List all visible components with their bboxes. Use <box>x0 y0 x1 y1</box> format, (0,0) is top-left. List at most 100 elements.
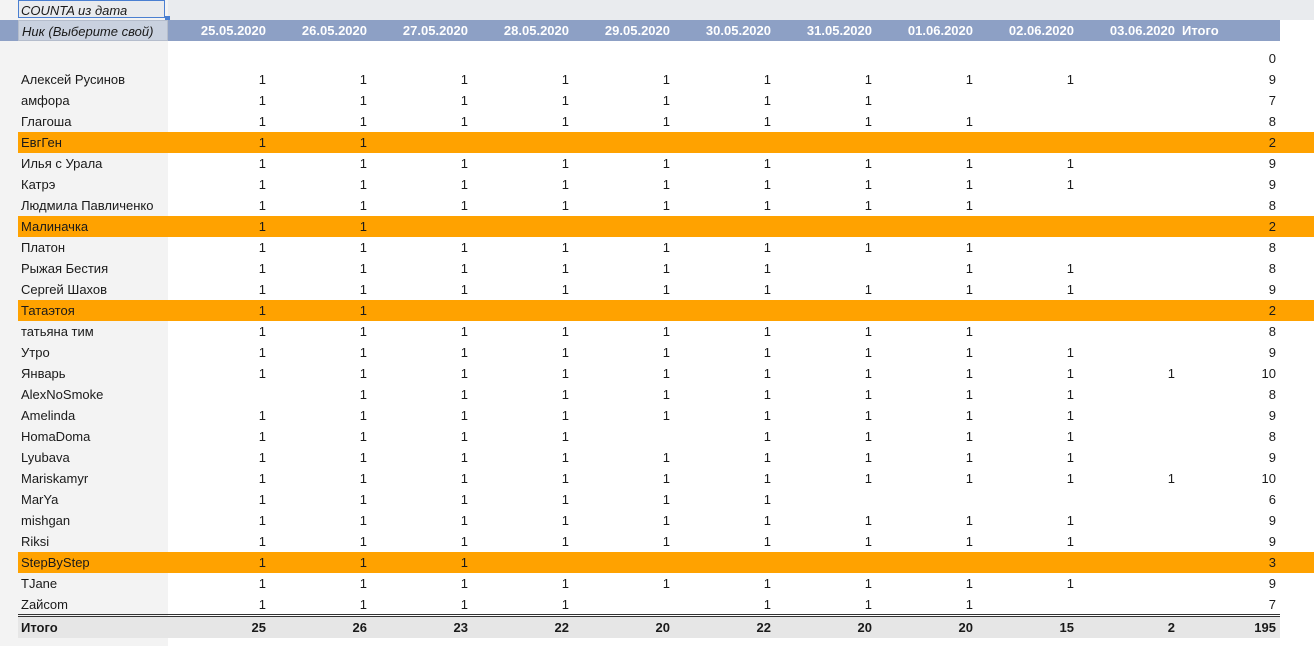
count-cell[interactable]: 1 <box>933 363 973 384</box>
count-cell[interactable] <box>933 48 973 69</box>
count-cell[interactable]: 1 <box>428 279 468 300</box>
row-total-cell[interactable]: 9 <box>1236 405 1276 426</box>
count-cell[interactable]: 1 <box>529 258 569 279</box>
count-cell[interactable]: 1 <box>1034 384 1074 405</box>
count-cell[interactable] <box>1135 216 1175 237</box>
count-cell[interactable]: 1 <box>832 342 872 363</box>
count-cell[interactable]: 1 <box>731 405 771 426</box>
count-cell[interactable] <box>1135 153 1175 174</box>
count-cell[interactable] <box>630 594 670 615</box>
count-cell[interactable]: 1 <box>832 384 872 405</box>
count-cell[interactable] <box>933 552 973 573</box>
count-cell[interactable]: 1 <box>1034 153 1074 174</box>
count-cell[interactable]: 1 <box>731 384 771 405</box>
count-cell[interactable]: 1 <box>428 90 468 111</box>
count-cell[interactable]: 1 <box>529 195 569 216</box>
count-cell[interactable]: 1 <box>327 174 367 195</box>
count-cell[interactable] <box>832 216 872 237</box>
row-total-cell[interactable]: 8 <box>1236 237 1276 258</box>
row-total-cell[interactable]: 9 <box>1236 279 1276 300</box>
count-cell[interactable] <box>1034 300 1074 321</box>
count-cell[interactable]: 1 <box>529 237 569 258</box>
count-cell[interactable]: 1 <box>630 258 670 279</box>
count-cell[interactable] <box>428 300 468 321</box>
grand-total-cell[interactable]: 195 <box>1236 617 1276 638</box>
count-cell[interactable]: 1 <box>327 69 367 90</box>
count-cell[interactable]: 1 <box>630 111 670 132</box>
count-cell[interactable]: 1 <box>529 447 569 468</box>
row-total-cell[interactable]: 3 <box>1236 552 1276 573</box>
row-total-cell[interactable]: 8 <box>1236 426 1276 447</box>
count-cell[interactable]: 1 <box>630 195 670 216</box>
count-cell[interactable]: 1 <box>1034 174 1074 195</box>
count-cell[interactable]: 1 <box>1135 468 1175 489</box>
count-cell[interactable]: 1 <box>933 405 973 426</box>
count-cell[interactable]: 1 <box>226 594 266 615</box>
pivot-row[interactable]: StepByStep 1 1 1 3 <box>0 552 1314 573</box>
count-cell[interactable]: 1 <box>731 279 771 300</box>
count-cell[interactable] <box>630 552 670 573</box>
count-cell[interactable]: 1 <box>428 363 468 384</box>
count-cell[interactable]: 1 <box>529 573 569 594</box>
count-cell[interactable]: 1 <box>731 237 771 258</box>
count-cell[interactable] <box>832 132 872 153</box>
row-total-cell[interactable]: 8 <box>1236 384 1276 405</box>
count-cell[interactable] <box>933 90 973 111</box>
count-cell[interactable]: 1 <box>226 321 266 342</box>
row-total-cell[interactable]: 9 <box>1236 174 1276 195</box>
count-cell[interactable]: 1 <box>529 321 569 342</box>
count-cell[interactable]: 1 <box>832 69 872 90</box>
count-cell[interactable]: 1 <box>529 174 569 195</box>
row-total-cell[interactable]: 8 <box>1236 321 1276 342</box>
pivot-row[interactable]: Людмила Павличенко 1 1 1 1 1 1 1 1 8 <box>0 195 1314 216</box>
date-column-header[interactable]: 28.05.2020 <box>479 20 569 41</box>
count-cell[interactable]: 1 <box>1034 363 1074 384</box>
count-cell[interactable]: 1 <box>226 132 266 153</box>
count-cell[interactable] <box>933 300 973 321</box>
count-cell[interactable] <box>226 48 266 69</box>
pivot-row[interactable]: HomaDoma 1 1 1 1 1 1 1 1 8 <box>0 426 1314 447</box>
count-cell[interactable]: 1 <box>226 363 266 384</box>
count-cell[interactable] <box>529 300 569 321</box>
count-cell[interactable]: 1 <box>731 111 771 132</box>
count-cell[interactable]: 1 <box>428 552 468 573</box>
count-cell[interactable] <box>1135 111 1175 132</box>
count-cell[interactable]: 1 <box>529 342 569 363</box>
count-cell[interactable]: 1 <box>327 132 367 153</box>
column-total-cell[interactable]: 20 <box>630 617 670 638</box>
count-cell[interactable]: 1 <box>1034 405 1074 426</box>
count-cell[interactable] <box>1135 321 1175 342</box>
count-cell[interactable] <box>933 132 973 153</box>
count-cell[interactable]: 1 <box>1034 279 1074 300</box>
pivot-row[interactable]: Татаэтоя 1 1 2 <box>0 300 1314 321</box>
count-cell[interactable] <box>630 48 670 69</box>
count-cell[interactable] <box>226 384 266 405</box>
count-cell[interactable] <box>1135 69 1175 90</box>
count-cell[interactable]: 1 <box>731 510 771 531</box>
count-cell[interactable]: 1 <box>428 405 468 426</box>
count-cell[interactable]: 1 <box>327 258 367 279</box>
count-cell[interactable] <box>832 552 872 573</box>
count-cell[interactable]: 1 <box>327 468 367 489</box>
count-cell[interactable] <box>1135 132 1175 153</box>
count-cell[interactable] <box>428 216 468 237</box>
count-cell[interactable]: 1 <box>327 90 367 111</box>
count-cell[interactable]: 1 <box>529 153 569 174</box>
count-cell[interactable]: 1 <box>1034 468 1074 489</box>
count-cell[interactable]: 1 <box>630 237 670 258</box>
count-cell[interactable]: 1 <box>226 153 266 174</box>
pivot-row[interactable]: Mariskamyr 1 1 1 1 1 1 1 1 1 1 10 <box>0 468 1314 489</box>
pivot-row[interactable]: Малиначка 1 1 2 <box>0 216 1314 237</box>
count-cell[interactable]: 1 <box>226 552 266 573</box>
count-cell[interactable]: 1 <box>529 489 569 510</box>
count-cell[interactable] <box>1034 216 1074 237</box>
date-column-header[interactable]: 02.06.2020 <box>984 20 1074 41</box>
row-header-dropdown[interactable]: Ник (Выберите свой) <box>18 20 168 41</box>
count-cell[interactable] <box>1135 405 1175 426</box>
count-cell[interactable]: 1 <box>731 69 771 90</box>
count-cell[interactable]: 1 <box>731 153 771 174</box>
row-total-cell[interactable]: 2 <box>1236 300 1276 321</box>
date-column-header[interactable]: 26.05.2020 <box>277 20 367 41</box>
count-cell[interactable] <box>529 552 569 573</box>
count-cell[interactable] <box>731 552 771 573</box>
